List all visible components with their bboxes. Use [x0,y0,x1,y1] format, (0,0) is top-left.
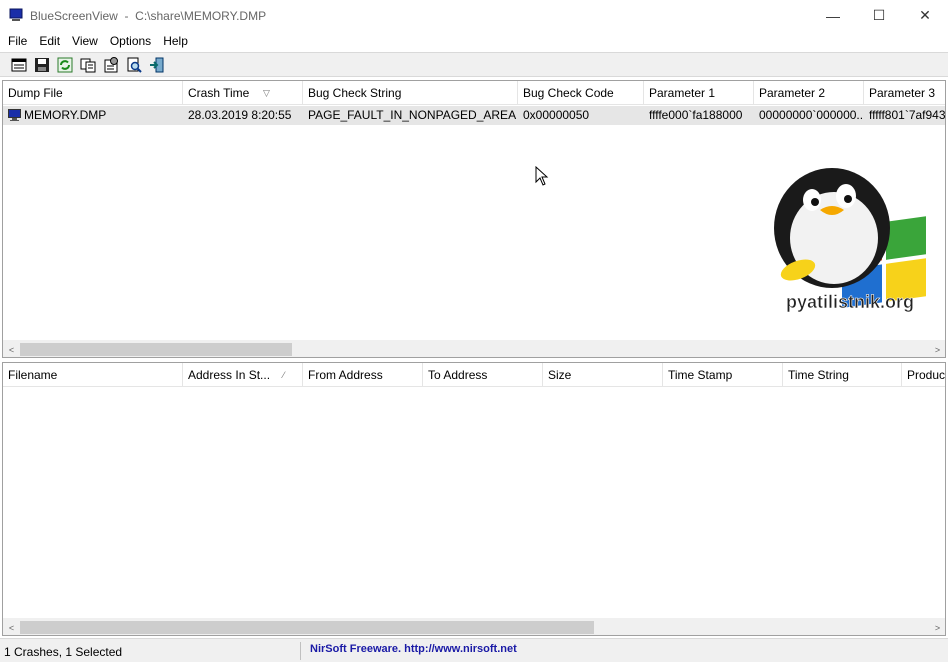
title-bar: BlueScreenView - C:\share\MEMORY.DMP — ☐… [0,0,948,31]
sort-ascending-icon: ⁄ [283,370,285,380]
column-crash-time-label: Crash Time [188,86,250,100]
scroll-left-arrow[interactable]: < [3,619,20,635]
column-filename[interactable]: Filename [3,363,183,387]
column-size[interactable]: Size [543,363,663,387]
properties-button[interactable] [10,56,28,74]
app-icon [9,8,23,21]
cell-parameter-1: ffffe000`fa188000 [649,108,743,122]
save-button[interactable] [33,56,51,74]
menu-view[interactable]: View [66,31,104,51]
column-parameter-2[interactable]: Parameter 2 [754,81,864,105]
close-icon: ✕ [919,7,931,23]
cell-parameter-2: 00000000`000000... [759,108,864,122]
save-icon [35,58,49,72]
cell-bug-check-code: 0x00000050 [523,108,590,122]
column-time-string[interactable]: Time String [783,363,902,387]
status-divider [300,642,301,660]
menu-help[interactable]: Help [157,31,194,51]
scroll-thumb[interactable] [20,621,594,634]
scroll-thumb[interactable] [20,343,292,356]
column-address-in-stack-label: Address In St... [188,368,271,382]
menu-edit[interactable]: Edit [33,31,66,51]
cell-bug-check-string: PAGE_FAULT_IN_NONPAGED_AREA [308,108,517,122]
status-bar: 1 Crashes, 1 Selected NirSoft Freeware. … [0,638,948,662]
html-report-icon [104,57,118,73]
exit-icon [150,57,164,73]
minimize-icon: — [826,7,840,24]
scroll-left-arrow[interactable]: < [3,341,20,357]
copy-button[interactable] [79,56,97,74]
copy-icon [80,58,96,73]
column-dump-file[interactable]: Dump File [3,81,183,105]
column-parameter-1[interactable]: Parameter 1 [644,81,754,105]
table-row[interactable]: MEMORY.DMP 28.03.2019 8:20:55 PAGE_FAULT… [3,106,946,125]
driver-list-header: Filename Address In St... ⁄ From Address… [3,363,945,387]
find-icon [127,57,142,73]
column-address-in-stack[interactable]: Address In St... ⁄ [183,363,303,387]
column-to-address[interactable]: To Address [423,363,543,387]
sort-descending-icon: ▽ [263,88,270,98]
menu-bar: File Edit View Options Help [0,31,948,51]
find-button[interactable] [125,56,143,74]
cell-parameter-3: fffff801`7af9436 [869,108,946,122]
close-button[interactable]: ✕ [902,0,948,31]
window-title: BlueScreenView - C:\share\MEMORY.DMP [30,9,267,23]
column-from-address[interactable]: From Address [303,363,423,387]
nirsoft-link[interactable]: NirSoft Freeware. http://www.nirsoft.net [310,643,517,655]
refresh-icon [57,57,73,73]
cell-crash-time: 28.03.2019 8:20:55 [188,108,292,122]
column-crash-time[interactable]: Crash Time ▽ [183,81,303,105]
menu-file[interactable]: File [0,31,33,51]
column-parameter-3[interactable]: Parameter 3 [864,81,945,105]
cell-dump-file: MEMORY.DMP [24,108,107,122]
menu-options[interactable]: Options [104,31,157,51]
column-bug-check-string[interactable]: Bug Check String [303,81,518,105]
driver-list-hscrollbar[interactable]: < > [3,618,945,635]
toolbar [0,52,948,77]
column-bug-check-code[interactable]: Bug Check Code [518,81,644,105]
maximize-button[interactable]: ☐ [856,0,902,31]
properties-icon [11,58,27,72]
watermark-logo: pyatilistnik.org [774,168,926,312]
scroll-right-arrow[interactable]: > [929,619,945,635]
crash-list-hscrollbar[interactable]: < > [3,340,945,357]
maximize-icon: ☐ [872,7,886,23]
minimize-button[interactable]: — [810,0,856,31]
refresh-button[interactable] [56,56,74,74]
crash-list-header: Dump File Crash Time ▽ Bug Check String … [3,81,945,105]
html-report-button[interactable] [102,56,120,74]
exit-button[interactable] [148,56,166,74]
scroll-right-arrow[interactable]: > [929,341,945,357]
column-product[interactable]: Product [902,363,945,387]
mouse-cursor-icon [535,166,549,186]
status-count: 1 Crashes, 1 Selected [4,645,123,659]
driver-list[interactable]: Filename Address In St... ⁄ From Address… [2,362,946,636]
watermark-text: pyatilistnik.org [786,292,914,312]
column-time-stamp[interactable]: Time Stamp [663,363,783,387]
